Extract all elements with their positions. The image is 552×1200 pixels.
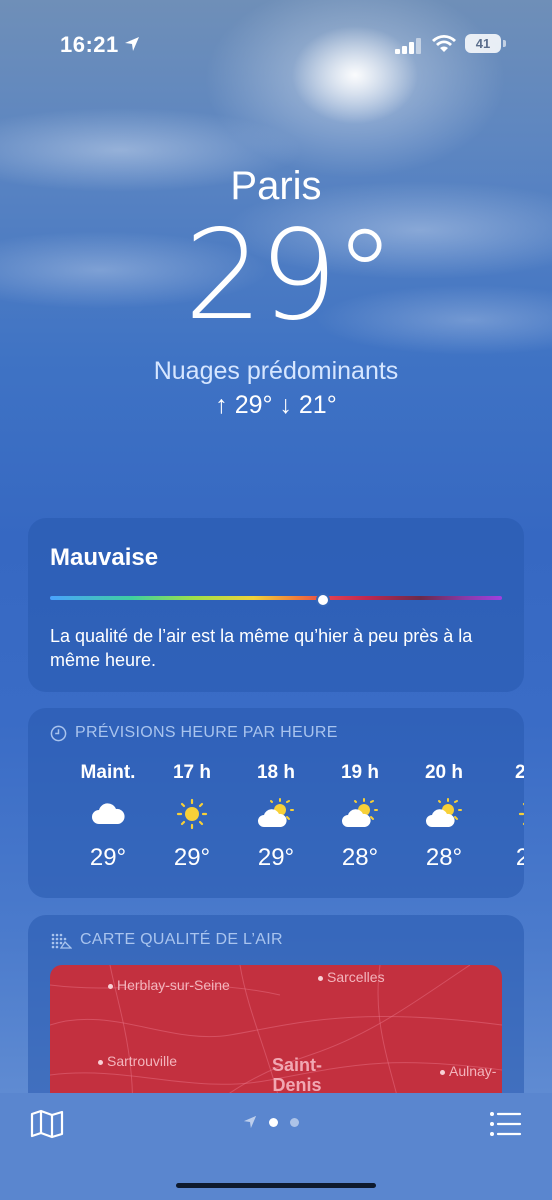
partly-cloudy-icon bbox=[258, 798, 294, 827]
page-dot-active[interactable] bbox=[269, 1117, 278, 1127]
map-label-herblay: Herblay-sur-Seine bbox=[108, 977, 230, 993]
hourly-forecast-card[interactable]: PRÉVISIONS HEURE PAR HEURE Maint. 29° 17… bbox=[28, 708, 524, 898]
hour-time: Maint. bbox=[80, 762, 136, 783]
battery-icon: 41 bbox=[465, 34, 501, 53]
map-label-sartrouville: Sartrouville bbox=[98, 1053, 177, 1069]
hour-item: 18 h 29° bbox=[234, 760, 318, 872]
hour-temperature: 28° bbox=[425, 844, 463, 871]
map-label-aulnay: Aulnay- bbox=[440, 1063, 496, 1079]
hour-time: 18 h bbox=[256, 762, 296, 783]
hour-temperature: 29° bbox=[89, 844, 127, 871]
cloud-icon bbox=[92, 803, 125, 824]
status-bar: 16:21 41 bbox=[0, 0, 552, 90]
signal-icon bbox=[395, 38, 421, 54]
partly-cloudy-icon bbox=[426, 798, 462, 827]
aq-map-header: CARTE QUALITÉ DE L’AIR bbox=[50, 931, 283, 949]
hour-item: 21 h 27° bbox=[492, 760, 524, 872]
hour-item: 20 h 28° bbox=[402, 760, 486, 872]
air-quality-description: La qualité de l’air est la même qu’hier … bbox=[50, 626, 473, 670]
air-quality-card[interactable]: Mauvaise La qualité de l’air est la même… bbox=[28, 518, 524, 692]
page-dot[interactable] bbox=[290, 1117, 299, 1127]
hour-time: 20 h bbox=[424, 762, 464, 783]
list-icon[interactable] bbox=[488, 1109, 522, 1139]
hour-temperature: 27° bbox=[515, 844, 524, 871]
hour-time: 17 h bbox=[172, 762, 212, 783]
battery-tip bbox=[503, 40, 506, 47]
page-indicator[interactable] bbox=[243, 1115, 299, 1129]
hour-item: 17 h 29° bbox=[150, 760, 234, 872]
hour-time: 21 h bbox=[514, 762, 524, 783]
map-label-saint-denis: Saint-Denis bbox=[271, 1055, 322, 1095]
clock-icon bbox=[50, 725, 67, 741]
hour-time: 19 h bbox=[340, 762, 380, 783]
aq-map-title: CARTE QUALITÉ DE L’AIR bbox=[80, 931, 283, 948]
partly-cloudy-icon bbox=[342, 798, 378, 827]
air-quality-scale bbox=[50, 596, 502, 600]
sun-icon bbox=[518, 802, 524, 826]
current-weather: Paris 29° Nuages prédominants ↑ 29° ↓ 21… bbox=[0, 160, 552, 420]
location-arrow-icon bbox=[125, 37, 139, 51]
status-time: 16:21 bbox=[60, 32, 119, 57]
hourly-forecast-title: PRÉVISIONS HEURE PAR HEURE bbox=[75, 724, 338, 741]
map-label-sarcelles: Sarcelles bbox=[318, 969, 385, 985]
bottom-toolbar bbox=[0, 1093, 552, 1200]
air-quality-level: Mauvaise bbox=[50, 544, 159, 571]
hour-temperature: 29° bbox=[173, 844, 211, 871]
current-temperature: 29° bbox=[184, 204, 396, 348]
weather-condition: Nuages prédominants bbox=[153, 357, 399, 385]
high-low-temperature: ↑ 29° ↓ 21° bbox=[215, 391, 337, 419]
home-indicator[interactable] bbox=[176, 1183, 376, 1188]
air-quality-indicator bbox=[316, 593, 330, 607]
hour-item: Maint. 29° bbox=[66, 760, 150, 872]
hour-item: 19 h 28° bbox=[318, 760, 402, 872]
hourly-list[interactable]: Maint. 29° 17 h 29° 18 h 29° 19 h 28° 20… bbox=[28, 760, 524, 890]
hourly-forecast-header: PRÉVISIONS HEURE PAR HEURE bbox=[50, 724, 338, 742]
air-quality-map-icon bbox=[51, 933, 72, 949]
map-icon[interactable] bbox=[30, 1109, 64, 1139]
hour-temperature: 28° bbox=[341, 844, 379, 871]
current-location-icon bbox=[243, 1115, 257, 1129]
wifi-icon bbox=[432, 35, 456, 52]
sun-icon bbox=[176, 798, 208, 830]
hour-temperature: 29° bbox=[257, 844, 295, 871]
